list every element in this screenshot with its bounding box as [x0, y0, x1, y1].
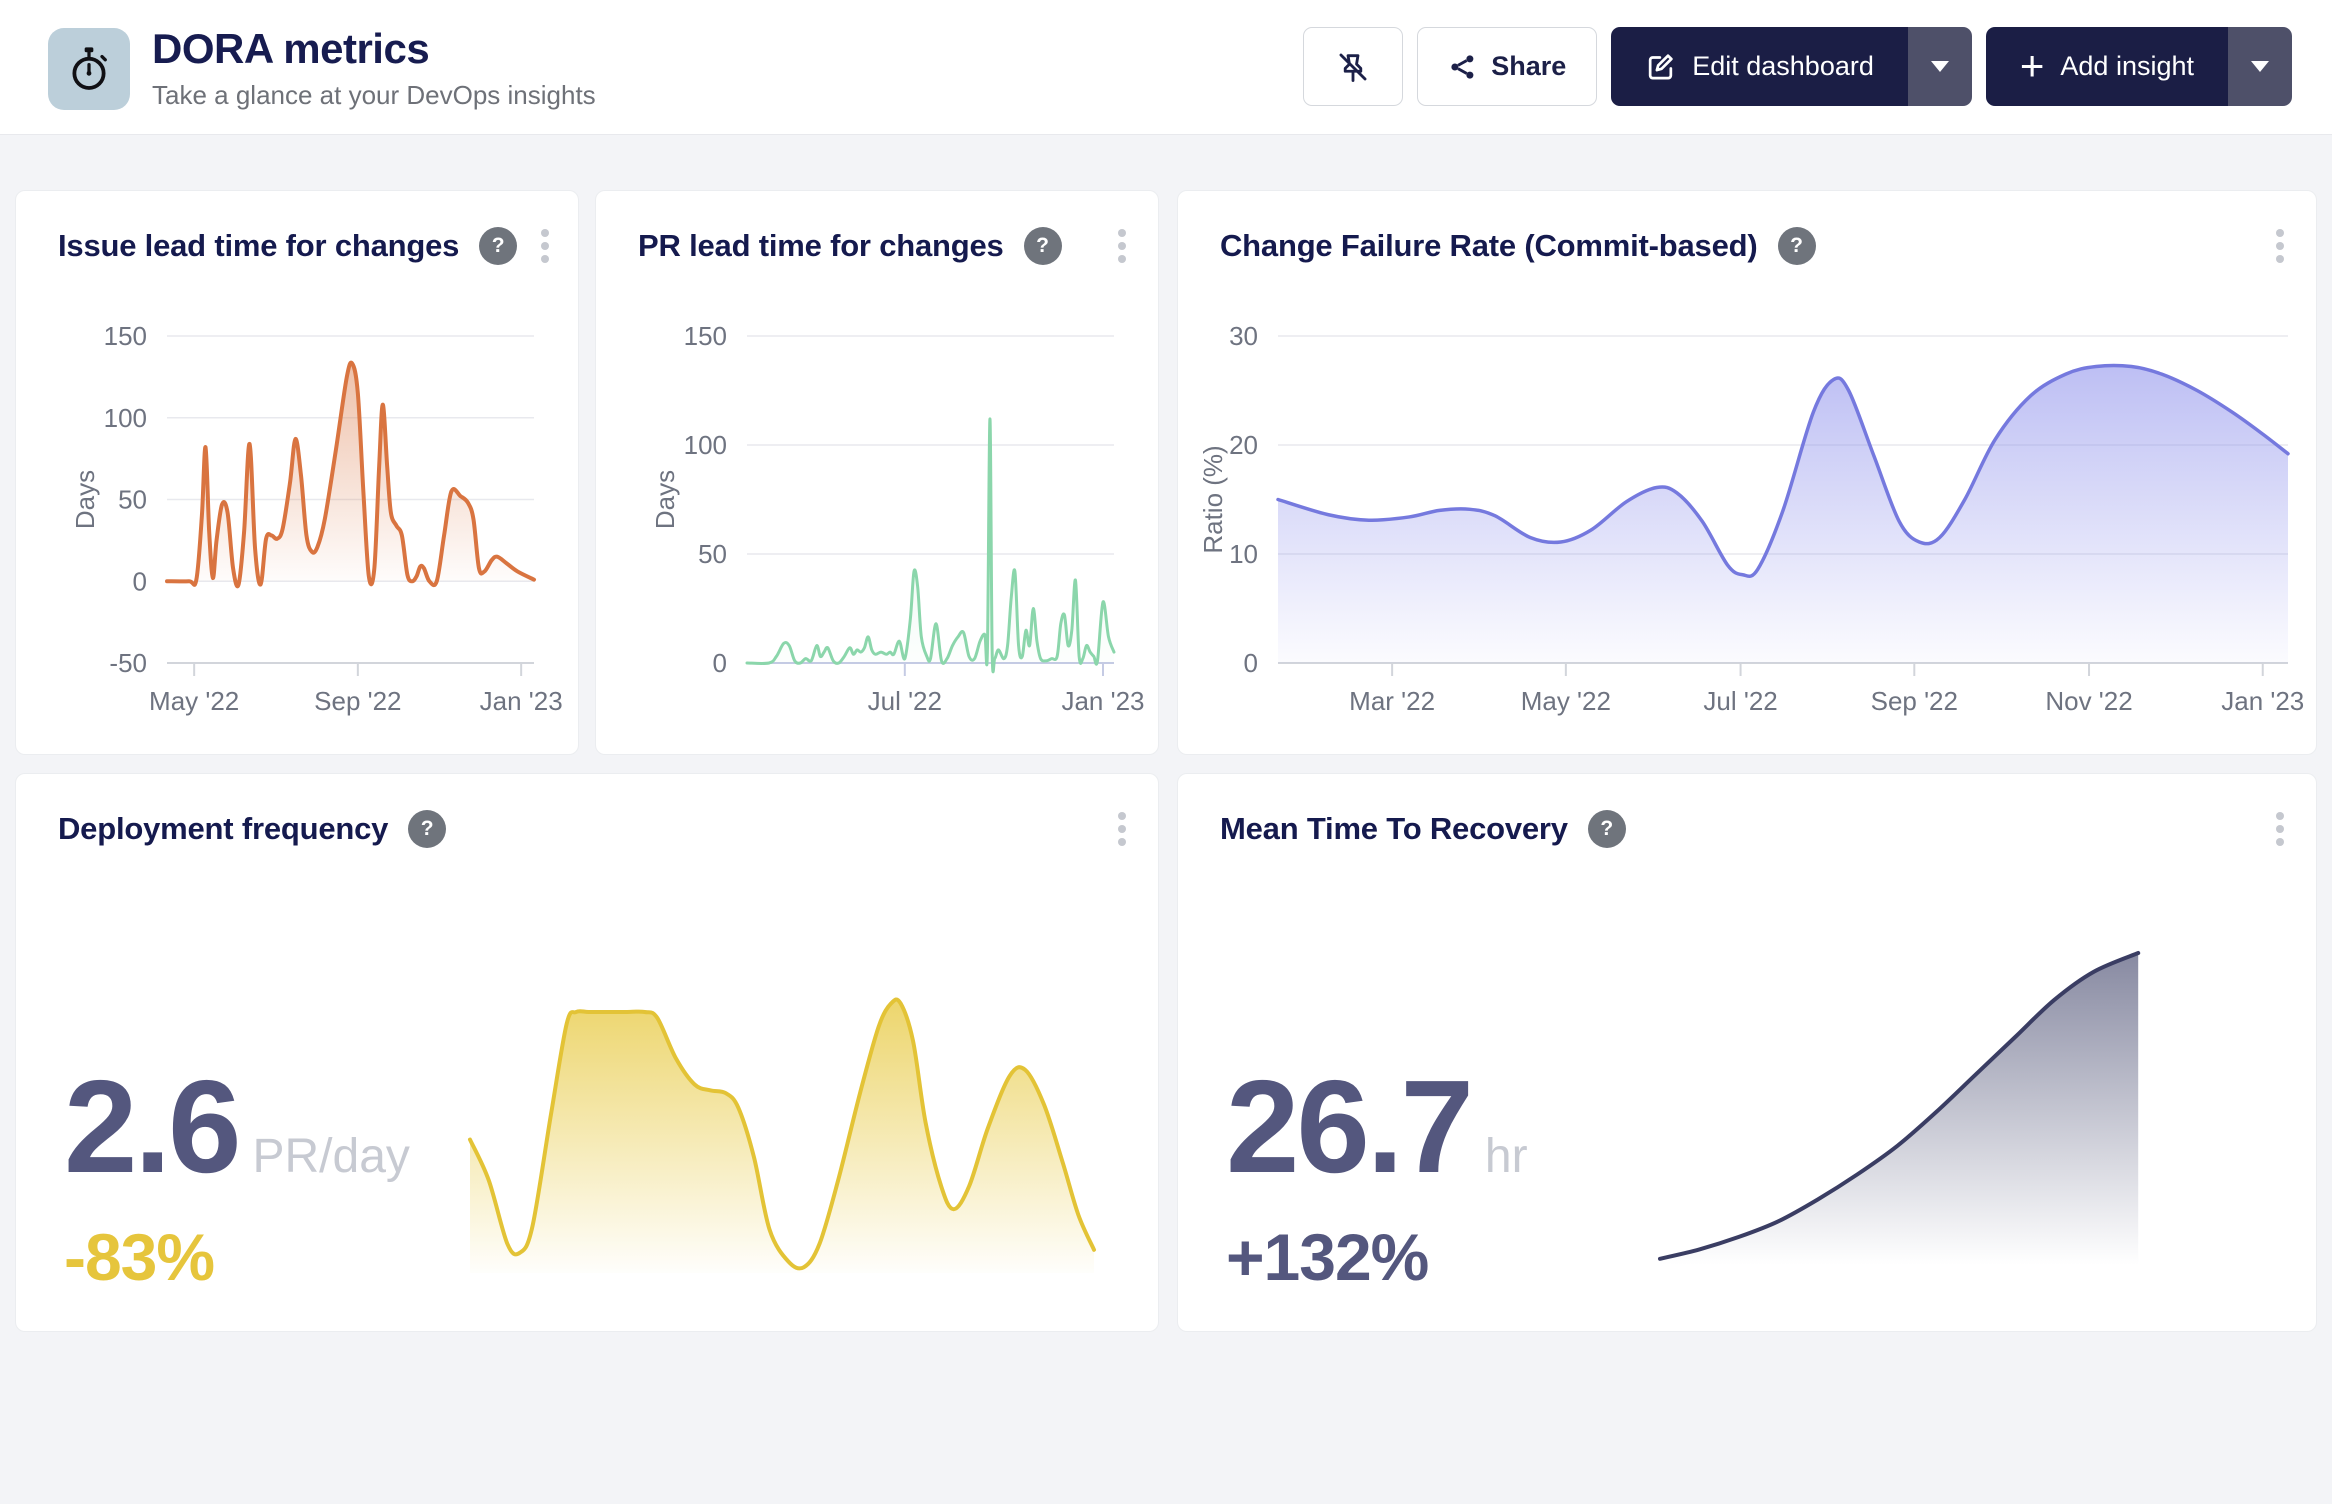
mttr-unit: hr — [1485, 1129, 1528, 1184]
help-icon[interactable]: ? — [1588, 810, 1626, 848]
add-insight-caret[interactable] — [2228, 27, 2292, 106]
share-button-label: Share — [1491, 51, 1566, 82]
mttr-value: 26.7 — [1226, 1061, 1471, 1193]
help-icon[interactable]: ? — [408, 810, 446, 848]
deployment-frequency-unit: PR/day — [253, 1129, 410, 1184]
svg-text:100: 100 — [104, 403, 147, 433]
mttr-delta: +132% — [1226, 1219, 1428, 1295]
svg-text:0: 0 — [1244, 648, 1258, 678]
more-menu-icon[interactable] — [537, 225, 553, 267]
insight-title-deployment-frequency[interactable]: Deployment frequency — [58, 811, 388, 847]
svg-text:50: 50 — [698, 539, 727, 569]
svg-text:50: 50 — [118, 485, 147, 515]
issue-lead-time-chart[interactable]: 150 100 50 0 -50May '22 Sep '22 Jan '23 Days — [16, 191, 578, 754]
card-mean-time-to-recovery: Mean Time To Recovery ? 26.7 hr +132% — [1177, 773, 2317, 1332]
caret-down-icon — [2251, 61, 2269, 72]
dashboard-icon-tile — [48, 28, 130, 110]
svg-text:30: 30 — [1229, 321, 1258, 351]
card-pr-lead-time: PR lead time for changes ? 150 100 50 0 Jul … — [595, 190, 1159, 755]
more-menu-icon[interactable] — [1114, 808, 1130, 850]
card-change-failure-rate: Change Failure Rate (Commit-based) ? 30 2… — [1177, 190, 2317, 755]
add-insight-split: + Add insight — [1986, 27, 2292, 106]
help-icon[interactable]: ? — [1024, 227, 1062, 265]
svg-text:Jan '23: Jan '23 — [1061, 686, 1144, 716]
card-deployment-frequency: Deployment frequency ? 2.6 PR/day -83% — [15, 773, 1159, 1332]
more-menu-icon[interactable] — [1114, 225, 1130, 267]
svg-text:Mar '22: Mar '22 — [1349, 686, 1435, 716]
card-issue-lead-time: Issue lead time for changes ? 150 100 50 0 -… — [15, 190, 579, 755]
caret-down-icon — [1931, 61, 1949, 72]
svg-text:0: 0 — [713, 648, 727, 678]
svg-text:May '22: May '22 — [149, 686, 239, 716]
svg-text:20: 20 — [1229, 430, 1258, 460]
insight-title-change-failure-rate[interactable]: Change Failure Rate (Commit-based) — [1220, 228, 1758, 264]
svg-text:150: 150 — [104, 321, 147, 351]
svg-text:0: 0 — [133, 566, 147, 596]
svg-text:-50: -50 — [109, 648, 147, 678]
deployment-frequency-value: 2.6 — [64, 1061, 239, 1193]
svg-text:Sep '22: Sep '22 — [314, 686, 401, 716]
svg-text:Jul '22: Jul '22 — [868, 686, 942, 716]
pencil-square-icon — [1645, 51, 1676, 82]
page-subtitle: Take a glance at your DevOps insights — [152, 80, 596, 111]
top-bar: DORA metrics Take a glance at your DevOp… — [0, 0, 2332, 135]
add-insight-button[interactable]: + Add insight — [1986, 27, 2228, 106]
svg-text:10: 10 — [1229, 539, 1258, 569]
edit-dashboard-label: Edit dashboard — [1692, 51, 1874, 82]
stopwatch-icon — [63, 43, 115, 95]
edit-dashboard-split: Edit dashboard — [1611, 27, 1972, 106]
more-menu-icon[interactable] — [2272, 225, 2288, 267]
svg-text:Nov '22: Nov '22 — [2045, 686, 2132, 716]
unpin-button[interactable] — [1303, 27, 1403, 106]
share-nodes-icon — [1448, 52, 1478, 82]
insight-title-pr-lead-time[interactable]: PR lead time for changes — [638, 228, 1004, 264]
pr-lead-time-chart[interactable]: 150 100 50 0 Jul '22 Jan '23 Days — [596, 191, 1158, 754]
add-insight-label: Add insight — [2060, 51, 2194, 82]
help-icon[interactable]: ? — [1778, 227, 1816, 265]
change-failure-rate-chart[interactable]: 30 20 10 0 Mar '22 May '22 Jul '22 Sep '22 Nov '… — [1178, 191, 2316, 754]
svg-text:150: 150 — [684, 321, 727, 351]
svg-text:Jan '23: Jan '23 — [2221, 686, 2304, 716]
more-menu-icon[interactable] — [2272, 808, 2288, 850]
insight-title-mean-time-to-recovery[interactable]: Mean Time To Recovery — [1220, 811, 1568, 847]
pin-slash-icon — [1336, 50, 1370, 84]
svg-text:May '22: May '22 — [1521, 686, 1611, 716]
share-button[interactable]: Share — [1417, 27, 1597, 106]
svg-text:Jan '23: Jan '23 — [480, 686, 563, 716]
help-icon[interactable]: ? — [479, 227, 517, 265]
edit-dashboard-caret[interactable] — [1908, 27, 1972, 106]
svg-text:Jul '22: Jul '22 — [1703, 686, 1777, 716]
svg-text:Sep '22: Sep '22 — [1871, 686, 1958, 716]
page-title: DORA metrics — [152, 26, 596, 72]
svg-text:Days: Days — [70, 470, 100, 529]
edit-dashboard-button[interactable]: Edit dashboard — [1611, 27, 1908, 106]
deployment-frequency-delta: -83% — [64, 1219, 214, 1295]
insight-title-issue-lead-time[interactable]: Issue lead time for changes — [58, 228, 459, 264]
svg-text:100: 100 — [684, 430, 727, 460]
svg-text:Ratio (%): Ratio (%) — [1198, 445, 1228, 553]
svg-text:Days: Days — [650, 470, 680, 529]
